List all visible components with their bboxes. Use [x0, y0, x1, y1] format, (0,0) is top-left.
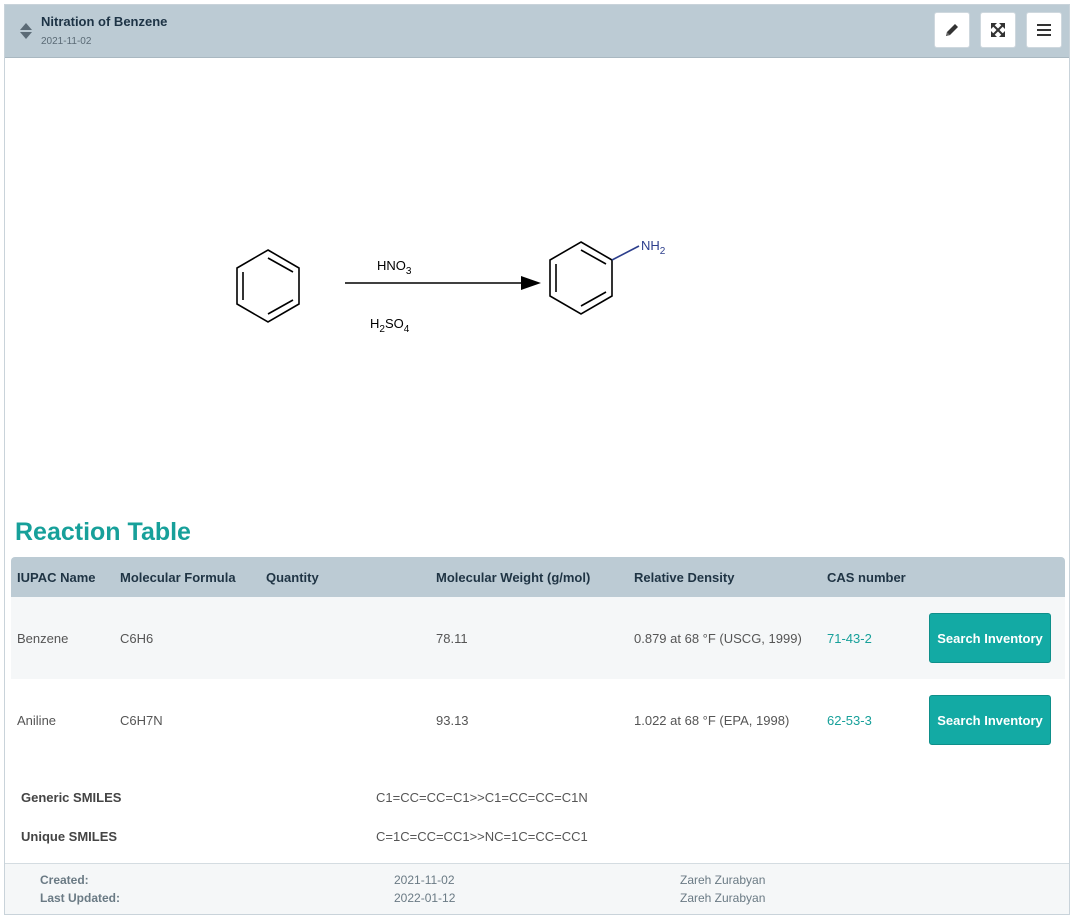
expand-icon — [991, 23, 1005, 37]
cell-action: Search Inventory — [923, 597, 1065, 679]
created-label: Created: — [40, 873, 89, 887]
reagent-top: HNO3 — [377, 258, 412, 277]
pencil-icon — [946, 24, 958, 36]
col-actions — [923, 557, 1065, 597]
updated-date: 2022-01-12 — [394, 891, 456, 905]
search-inventory-button[interactable]: Search Inventory — [929, 695, 1051, 745]
cell-quantity — [260, 597, 430, 679]
reaction-arrow — [345, 276, 541, 290]
col-molecular-weight: Molecular Weight (g/mol) — [436, 569, 591, 585]
unique-smiles-value: C=1C=CC=CC1>>NC=1C=CC=CC1 — [376, 829, 588, 844]
col-cas-number: CAS number — [827, 569, 906, 585]
page-title: Nitration of Benzene — [41, 14, 168, 29]
amine-group: NH2 — [641, 238, 666, 257]
col-quantity: Quantity — [266, 569, 319, 585]
cell-action: Search Inventory — [923, 679, 1065, 761]
panel-header: Nitration of Benzene 2021-11-02 — [5, 5, 1069, 58]
cell-name: Aniline — [17, 712, 57, 728]
menu-button[interactable] — [1026, 12, 1062, 48]
col-relative-density: Relative Density — [634, 569, 735, 585]
created-date: 2021-11-02 — [394, 873, 455, 887]
generic-smiles-value: C1=CC=CC=C1>>C1=CC=CC=C1N — [376, 790, 588, 805]
cell-quantity — [260, 679, 430, 761]
amine-bond — [611, 245, 640, 261]
cell-molecular-weight: 78.11 — [436, 630, 468, 646]
cell-formula: C6H6 — [120, 630, 154, 646]
reaction-diagram: HNO3 H2SO4 NH2 — [236, 238, 666, 335]
generic-smiles-label: Generic SMILES — [21, 790, 122, 805]
cell-cas: 62-53-3 — [821, 679, 923, 761]
cell-cas: 71-43-2 — [821, 597, 923, 679]
page-date: 2021-11-02 — [41, 36, 92, 47]
cell-formula: C6H7N — [120, 712, 163, 728]
cell-name: Benzene — [17, 630, 69, 646]
expand-button[interactable] — [980, 12, 1016, 48]
reagent-bottom: H2SO4 — [370, 316, 410, 335]
col-iupac-name: IUPAC Name — [17, 569, 96, 585]
edit-button[interactable] — [934, 12, 970, 48]
created-by: Zareh Zurabyan — [680, 873, 766, 887]
sort-icon[interactable] — [19, 22, 33, 40]
updated-label: Last Updated: — [40, 891, 121, 905]
panel-footer: Created: 2021-11-02 Zareh Zurabyan Last … — [5, 863, 1069, 914]
table-row: Benzene C6H6 78.11 0.879 at 68 °F (USCG,… — [11, 597, 1065, 679]
table-header-row: IUPAC Name Molecular Formula Quantity Mo… — [11, 557, 1065, 597]
cas-link[interactable]: 62-53-3 — [827, 713, 872, 728]
benzene-structure — [236, 249, 300, 323]
section-title: Reaction Table — [15, 518, 191, 546]
reaction-table: IUPAC Name Molecular Formula Quantity Mo… — [11, 557, 1065, 761]
col-molecular-formula: Molecular Formula — [120, 569, 236, 585]
search-inventory-button[interactable]: Search Inventory — [929, 613, 1051, 663]
cell-density: 1.022 at 68 °F (EPA, 1998) — [634, 712, 790, 728]
table-row: Aniline C6H7N 93.13 1.022 at 68 °F (EPA,… — [11, 679, 1065, 761]
reaction-panel: Nitration of Benzene 2021-11-02 HNO3 H2S… — [4, 4, 1070, 915]
unique-smiles-label: Unique SMILES — [21, 829, 118, 844]
updated-by: Zareh Zurabyan — [680, 891, 766, 905]
aniline-structure — [549, 241, 613, 315]
cell-molecular-weight: 93.13 — [436, 712, 469, 728]
cell-density: 0.879 at 68 °F (USCG, 1999) — [634, 630, 802, 646]
hamburger-menu-icon — [1037, 24, 1051, 36]
cas-link[interactable]: 71-43-2 — [827, 631, 872, 646]
